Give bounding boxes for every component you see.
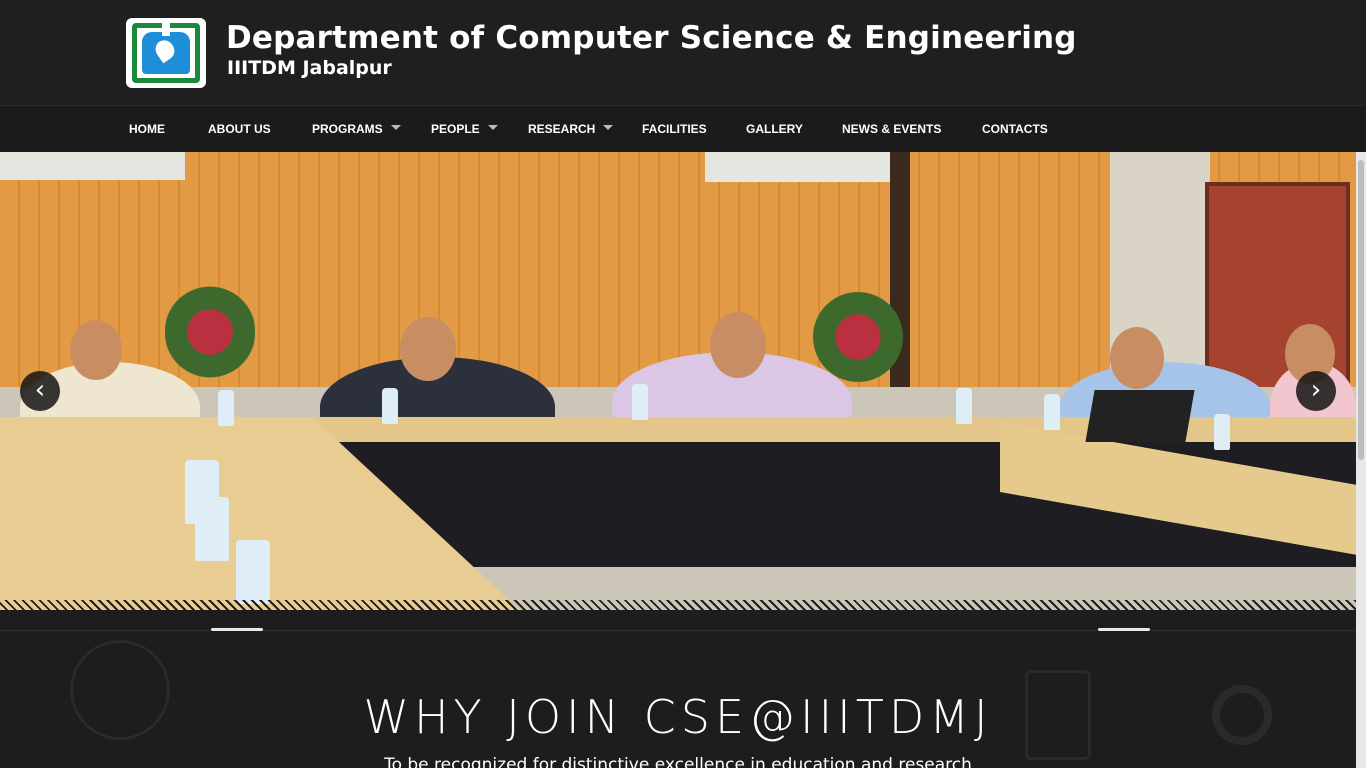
- nav-item-contacts[interactable]: CONTACTS: [982, 106, 1048, 153]
- divider-dash: [211, 628, 263, 631]
- nav-item-programs[interactable]: PROGRAMS: [312, 106, 401, 153]
- nav-item-research[interactable]: RESEARCH: [528, 106, 614, 153]
- chevron-left-icon: ‹: [34, 375, 46, 405]
- nav-item-about-us[interactable]: ABOUT US: [208, 106, 271, 153]
- nav-item-facilities[interactable]: FACILITIES: [642, 106, 707, 153]
- site-header: Department of Computer Science & Enginee…: [0, 0, 1366, 105]
- slider-next-button[interactable]: ›: [1296, 371, 1336, 411]
- hero-slider-image: [0, 152, 1356, 610]
- caret-down-icon: [487, 125, 498, 131]
- divider: [0, 630, 1356, 631]
- nav-item-news-events[interactable]: NEWS & EVENTS: [842, 106, 941, 153]
- page-scrollbar[interactable]: [1356, 152, 1366, 768]
- nav-item-gallery[interactable]: GALLERY: [746, 106, 803, 153]
- section-tagline: To be recognized for distinctive excelle…: [384, 755, 972, 768]
- chevron-right-icon: ›: [1310, 375, 1322, 405]
- nav-item-people[interactable]: PEOPLE: [431, 106, 498, 153]
- slider-prev-button[interactable]: ‹: [20, 371, 60, 411]
- site-title[interactable]: Department of Computer Science & Enginee…: [226, 20, 1077, 56]
- caret-down-icon: [603, 125, 614, 131]
- site-subtitle: IIITDM Jabalpur: [227, 57, 392, 79]
- divider-dash: [1098, 628, 1150, 631]
- caret-down-icon: [390, 125, 401, 131]
- section-heading: WHY JOIN CSE@IIITDMJ: [363, 690, 993, 744]
- why-join-section: [0, 610, 1356, 768]
- scrollbar-thumb[interactable]: [1358, 160, 1364, 460]
- main-nav: HOME ABOUT US PROGRAMS PEOPLE RESEARCH F…: [0, 105, 1366, 152]
- iiitdm-logo-icon[interactable]: [126, 18, 206, 88]
- nav-item-home[interactable]: HOME: [129, 106, 165, 153]
